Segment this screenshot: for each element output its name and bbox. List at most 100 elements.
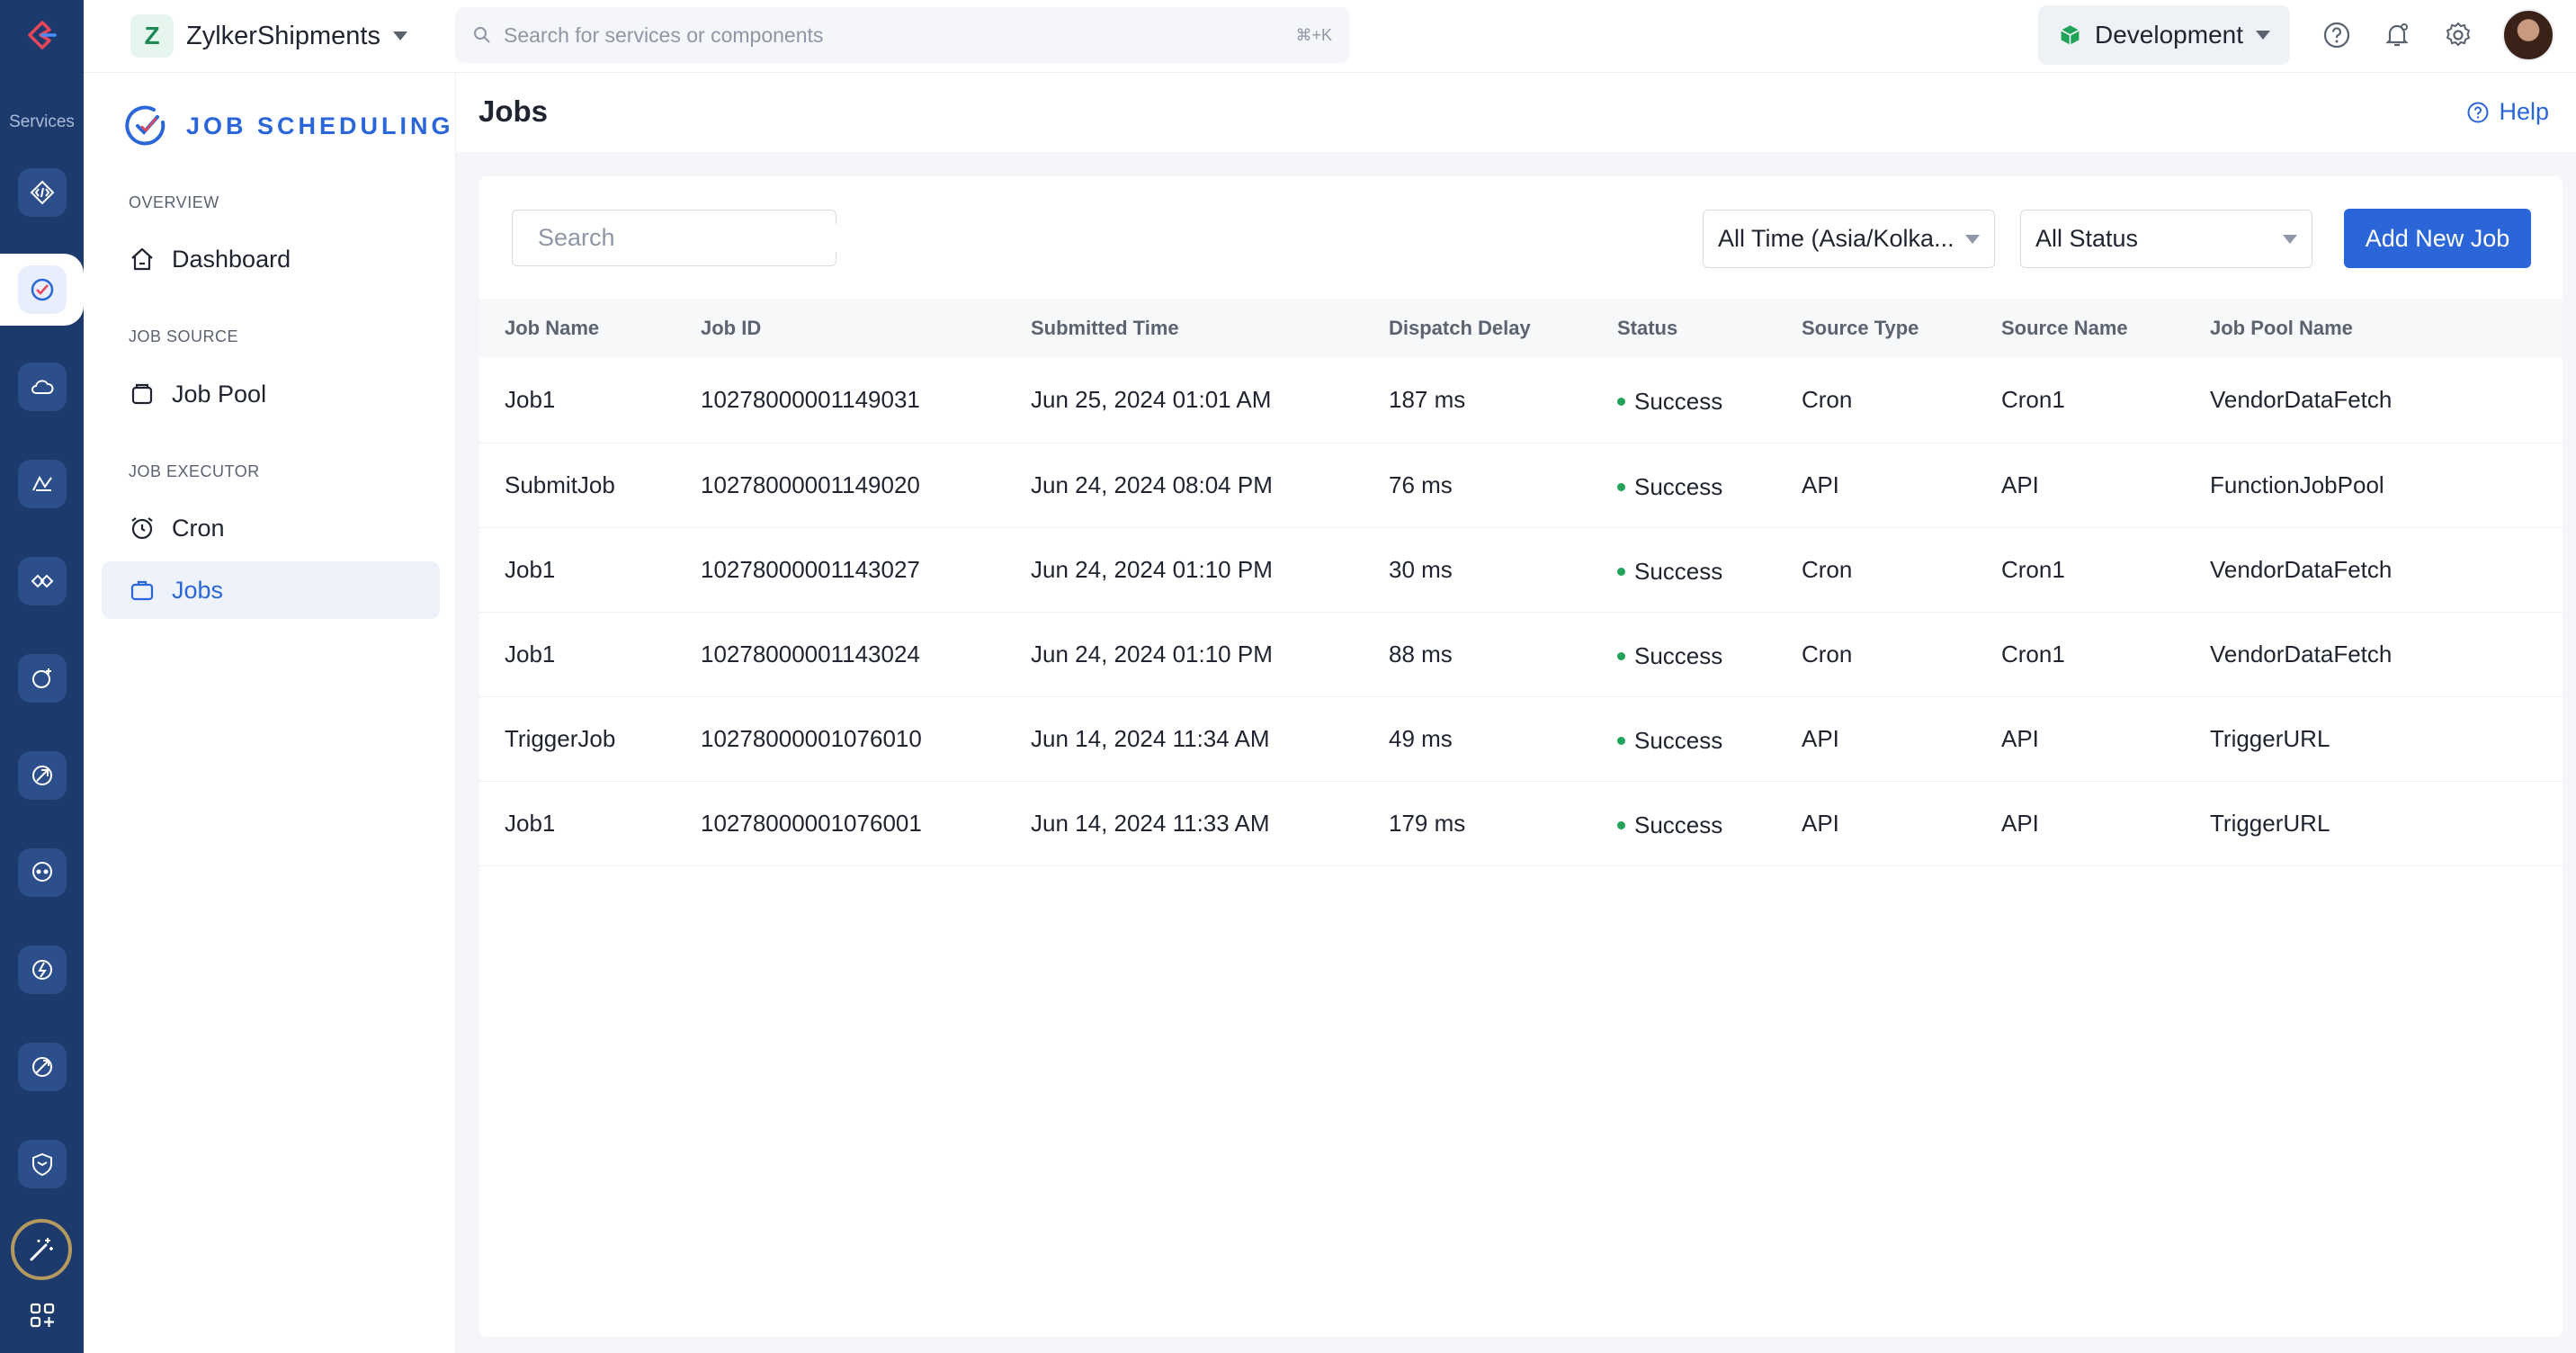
table-row[interactable]: TriggerJob 10278000001076010 Jun 14, 2024 … <box>479 696 2563 781</box>
sidebar-item-cron[interactable]: Cron <box>102 499 440 557</box>
status-dot-icon <box>1617 567 1625 576</box>
status-label: Success <box>1634 388 1723 416</box>
cell-dispatch-delay: 76 ms <box>1389 470 1453 498</box>
section-label-job-executor: JOB EXECUTOR <box>129 462 260 480</box>
section-label-overview: OVERVIEW <box>129 193 219 211</box>
sidebar-item-jobs[interactable]: Jobs <box>102 561 440 619</box>
add-new-job-button[interactable]: Add New Job <box>2344 209 2531 268</box>
job-scheduling-logo-icon <box>125 105 165 146</box>
column-header-job-pool-name[interactable]: Job Pool Name <box>2185 299 2563 358</box>
project-avatar: Z <box>130 14 174 58</box>
services-rail: Services <box>0 0 84 1353</box>
cell-job-id: 10278000001143027 <box>701 555 920 583</box>
environment-switcher[interactable]: Development <box>2038 5 2290 65</box>
jobs-search-input[interactable] <box>538 224 856 252</box>
table-row[interactable]: Job1 10278000001143027 Jun 24, 2024 01:10 … <box>479 527 2563 612</box>
column-header-submitted-time[interactable]: Submitted Time <box>1006 299 1364 358</box>
job-pool-icon <box>131 383 153 405</box>
column-header-source-name[interactable]: Source Name <box>1976 299 2185 358</box>
job-scheduling-icon[interactable] <box>0 254 84 326</box>
chevron-down-icon <box>1965 234 1980 244</box>
top-header: Z ZylkerShipments ⌘+K Development <box>84 0 2576 73</box>
service-title-label: JOB SCHEDULING <box>186 112 454 139</box>
help-label: Help <box>2499 98 2549 125</box>
signals-icon[interactable] <box>18 654 67 703</box>
column-header-job-id[interactable]: Job ID <box>675 299 1006 358</box>
help-icon[interactable] <box>2318 16 2356 54</box>
status-label: Success <box>1634 557 1723 585</box>
jobs-search <box>512 210 856 266</box>
status-badge: Success <box>1617 642 1722 670</box>
cell-submitted-time: Jun 14, 2024 11:33 AM <box>1031 809 1270 837</box>
serverless-icon[interactable] <box>18 751 67 800</box>
settings-gear-icon[interactable] <box>2439 16 2477 54</box>
global-search-input[interactable] <box>504 22 1296 48</box>
cell-job-name: TriggerJob <box>505 724 616 752</box>
jobs-toolbar: All Time (Asia/Kolka... All Status Add N… <box>479 176 2563 299</box>
column-header-job-name[interactable]: Job Name <box>479 299 675 358</box>
table-row[interactable]: Job1 10278000001143024 Jun 24, 2024 01:10 … <box>479 612 2563 696</box>
cell-job-pool-name: TriggerURL <box>2210 809 2330 837</box>
cell-status: Success <box>1592 443 1776 527</box>
security-icon[interactable] <box>18 1140 67 1188</box>
status-dot-icon <box>1617 651 1625 660</box>
api-gateway-icon[interactable] <box>18 168 67 217</box>
cell-status: Success <box>1592 781 1776 865</box>
add-apps-icon[interactable] <box>18 1291 67 1340</box>
sidebar-item-dashboard[interactable]: Dashboard <box>102 230 440 288</box>
table-row[interactable]: SubmitJob 10278000001149020 Jun 24, 2024 0… <box>479 443 2563 527</box>
table-row[interactable]: Job1 10278000001076001 Jun 14, 2024 11:33 … <box>479 781 2563 865</box>
cell-job-pool-name: TriggerURL <box>2210 724 2330 752</box>
column-header-source-type[interactable]: Source Type <box>1776 299 1976 358</box>
cell-submitted-time: Jun 14, 2024 11:34 AM <box>1031 724 1270 752</box>
magic-wand-icon[interactable] <box>11 1219 72 1280</box>
time-filter-value: All Time (Asia/Kolka... <box>1718 225 1954 252</box>
catalyst-logo-icon[interactable] <box>20 13 65 58</box>
cell-job-pool-name: VendorDataFetch <box>2210 640 2393 668</box>
section-label-job-source: JOB SOURCE <box>129 327 239 345</box>
user-avatar[interactable] <box>2502 9 2554 61</box>
column-header-dispatch-delay[interactable]: Dispatch Delay <box>1364 299 1592 358</box>
cloud-scale-icon[interactable] <box>18 363 67 411</box>
project-switcher[interactable]: Z ZylkerShipments <box>130 14 407 58</box>
status-dot-icon <box>1617 736 1625 745</box>
cell-job-pool-name: VendorDataFetch <box>2210 386 2393 414</box>
functions-icon[interactable] <box>18 945 67 994</box>
cell-dispatch-delay: 187 ms <box>1389 386 1466 414</box>
status-badge: Success <box>1617 473 1722 501</box>
data-icon[interactable] <box>18 460 67 508</box>
table-row[interactable]: Job1 10278000001149031 Jun 25, 2024 01:01 … <box>479 358 2563 443</box>
cell-status: Success <box>1592 527 1776 612</box>
integrations-icon[interactable] <box>18 557 67 605</box>
status-dot-icon <box>1617 482 1625 491</box>
cell-job-name: Job1 <box>505 809 556 837</box>
cell-source-type: API <box>1802 809 1839 837</box>
cell-submitted-time: Jun 24, 2024 08:04 PM <box>1031 470 1273 498</box>
cell-status: Success <box>1592 696 1776 781</box>
sidebar-item-label: Cron <box>172 514 225 542</box>
status-dot-icon <box>1617 398 1625 407</box>
environment-label: Development <box>2095 21 2243 49</box>
briefcase-icon <box>130 580 154 601</box>
pipelines-icon[interactable] <box>18 1043 67 1091</box>
cell-source-name: Cron1 <box>2001 640 2065 668</box>
status-filter-select[interactable]: All Status <box>2020 210 2312 268</box>
time-filter-select[interactable]: All Time (Asia/Kolka... <box>1703 210 1995 268</box>
column-header-status[interactable]: Status <box>1592 299 1776 358</box>
service-title[interactable]: JOB SCHEDULING <box>123 101 454 151</box>
cell-job-name: Job1 <box>505 555 556 583</box>
cell-source-name: API <box>2001 724 2039 752</box>
circuits-icon[interactable] <box>18 848 67 897</box>
jobs-table: Job Name Job ID Submitted Time Dispatch … <box>479 299 2563 866</box>
help-link[interactable]: Help <box>2466 98 2549 126</box>
cell-source-type: API <box>1802 470 1839 498</box>
cell-job-name: Job1 <box>505 386 556 414</box>
cell-job-pool-name: VendorDataFetch <box>2210 555 2393 583</box>
cell-dispatch-delay: 179 ms <box>1389 809 1466 837</box>
services-label: Services <box>9 112 75 131</box>
project-name: ZylkerShipments <box>186 21 380 50</box>
notification-bell-icon[interactable] <box>2378 16 2416 54</box>
search-shortcut: ⌘+K <box>1295 25 1332 44</box>
sidebar-item-job-pool[interactable]: Job Pool <box>102 365 440 423</box>
sidebar-item-label: Dashboard <box>172 245 291 273</box>
